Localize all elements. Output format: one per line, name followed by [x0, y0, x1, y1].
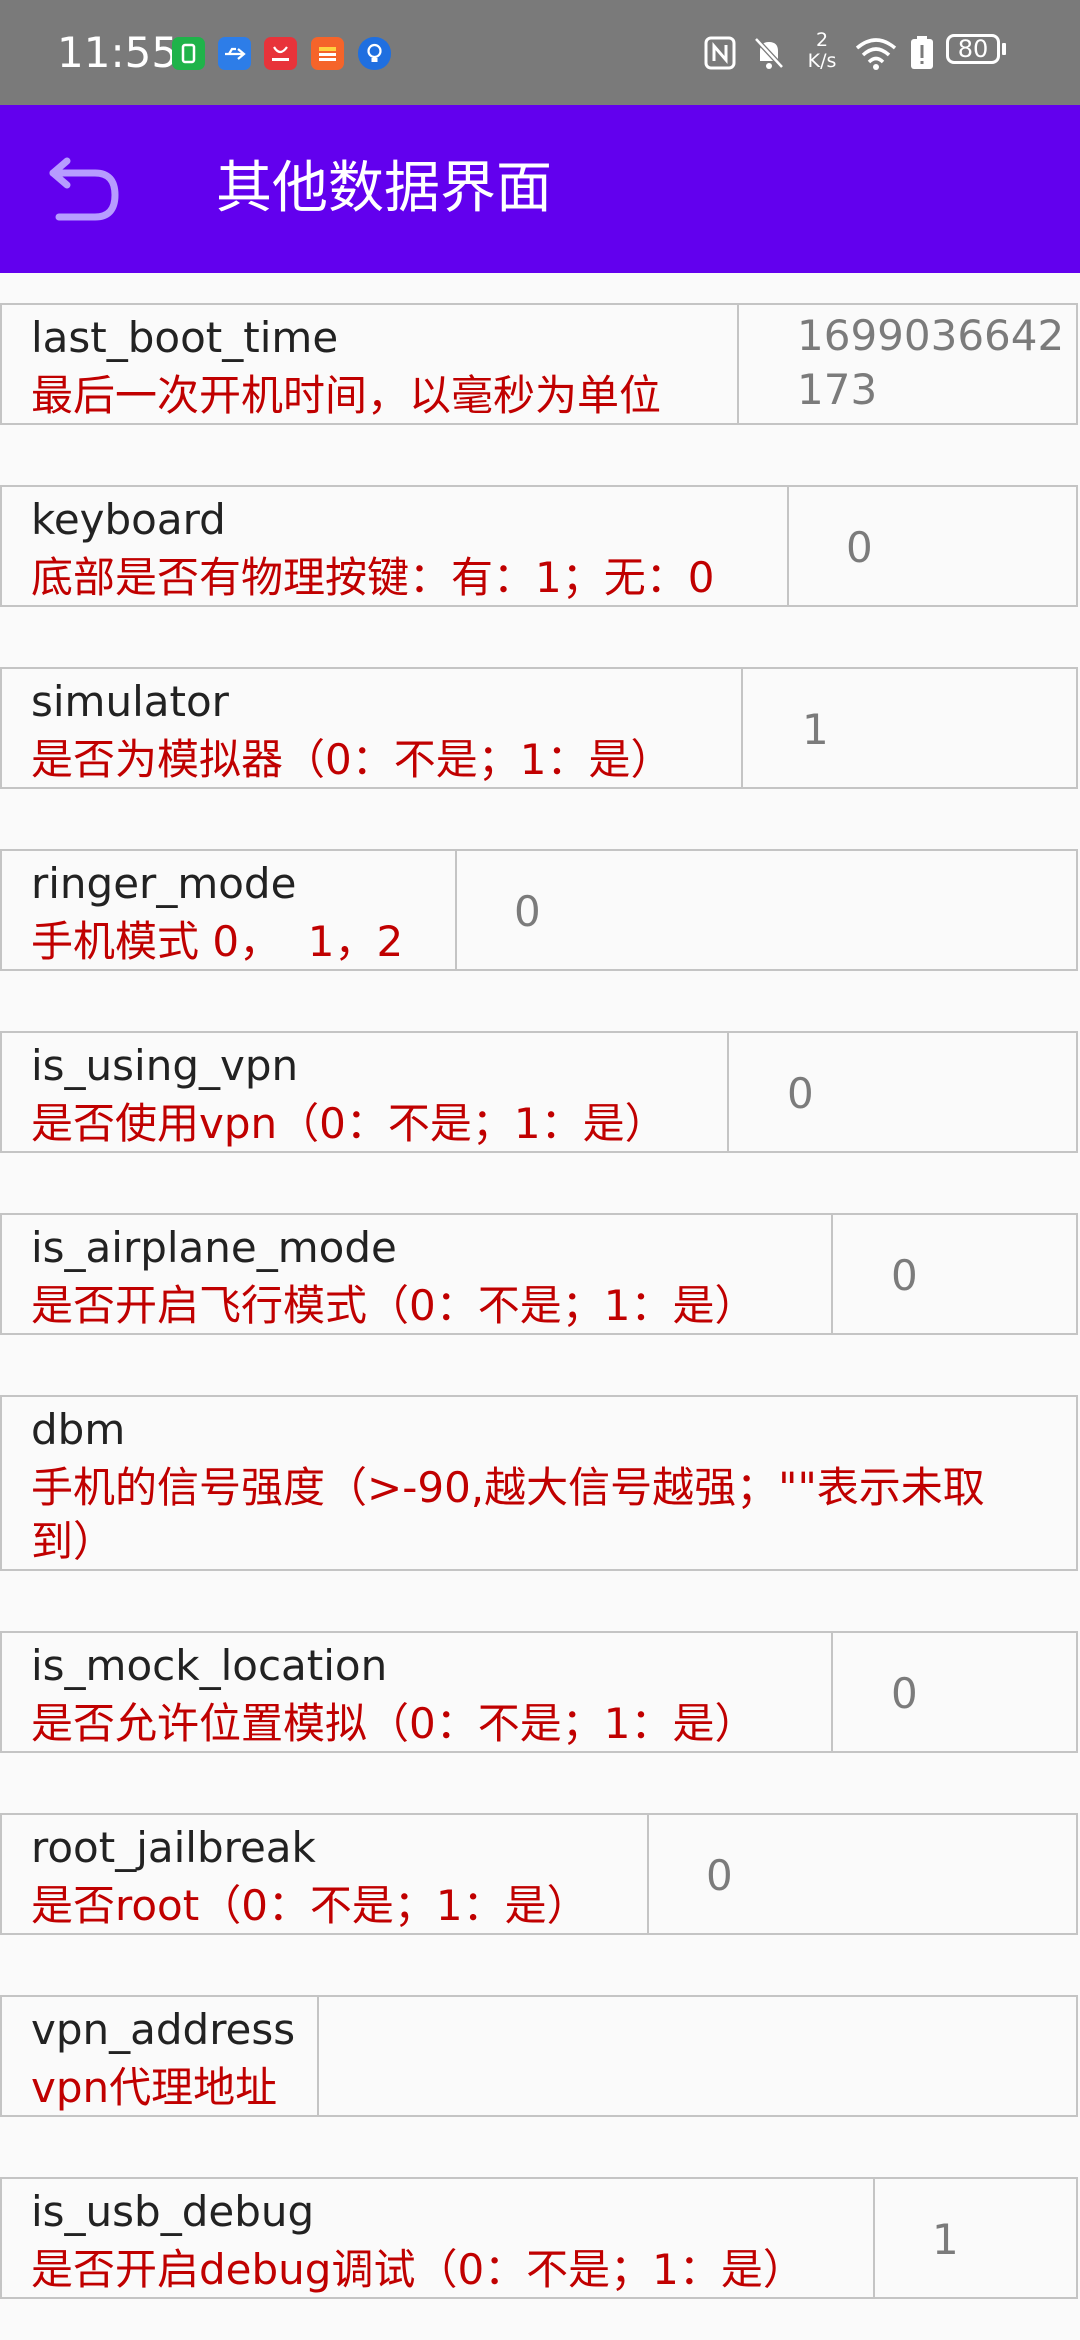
- battery-alert-icon: [911, 36, 933, 69]
- row-description: vpn代理地址: [31, 2063, 278, 2112]
- battery-icon: 80: [946, 34, 1010, 68]
- row-description: 是否开启debug调试（0：不是；1：是）: [31, 2245, 805, 2294]
- row-key: root_jailbreak: [31, 1823, 316, 1872]
- row-description: 是否允许位置模拟（0：不是；1：是）: [31, 1699, 757, 1748]
- row-value: 0: [787, 1069, 814, 1118]
- row-description: 最后一次开机时间，以毫秒为单位: [31, 371, 662, 420]
- row-key: is_mock_location: [31, 1641, 388, 1690]
- app-bar: 其他数据界面: [0, 105, 1080, 273]
- table-row: is_mock_location 是否允许位置模拟（0：不是；1：是） 0: [0, 1631, 1078, 1753]
- table-row: last_boot_time 最后一次开机时间，以毫秒为单位 169903664…: [0, 303, 1078, 425]
- back-icon[interactable]: [45, 155, 121, 225]
- row-value: 1: [802, 705, 829, 754]
- table-row: dbm 手机的信号强度（>-90,越大信号越强；""表示未取到）: [0, 1395, 1078, 1571]
- table-row: is_usb_debug 是否开启debug调试（0：不是；1：是） 1: [0, 2177, 1078, 2299]
- network-speed-icon: 2 K/s: [807, 29, 837, 72]
- row-key: ringer_mode: [31, 859, 297, 908]
- table-row: simulator 是否为模拟器（0：不是；1：是） 1: [0, 667, 1078, 789]
- row-description: 是否开启飞行模式（0：不是；1：是）: [31, 1281, 757, 1330]
- row-description: 底部是否有物理按键：有：1；无：0: [31, 553, 715, 602]
- nfc-icon: [704, 36, 736, 70]
- page-title: 其他数据界面: [216, 156, 552, 221]
- status-time: 11:55: [57, 28, 179, 77]
- sim-icon: [172, 37, 205, 70]
- row-description: 手机模式 0， 1，2: [31, 917, 404, 966]
- row-value: 0: [706, 1851, 733, 1900]
- row-description: 是否使用vpn（0：不是；1：是）: [31, 1099, 667, 1148]
- row-value: 1: [932, 2215, 959, 2264]
- row-value: 1699036642173: [797, 311, 1065, 414]
- wifi-icon: [855, 38, 897, 70]
- row-description: 是否root（0：不是；1：是）: [31, 1881, 589, 1930]
- row-key: is_usb_debug: [31, 2187, 315, 2236]
- huawei-app-icon: [264, 37, 297, 70]
- row-key: keyboard: [31, 495, 226, 544]
- row-key: dbm: [31, 1405, 126, 1454]
- row-key: is_airplane_mode: [31, 1223, 397, 1272]
- row-value: 0: [891, 1251, 918, 1300]
- row-key: simulator: [31, 677, 229, 726]
- table-row: is_using_vpn 是否使用vpn（0：不是；1：是） 0: [0, 1031, 1078, 1153]
- row-description: 是否为模拟器（0：不是；1：是）: [31, 735, 673, 784]
- row-key: vpn_address: [31, 2005, 296, 2054]
- status-bar: 11:55 2 K/s 80: [0, 0, 1080, 105]
- row-value: 0: [846, 523, 873, 572]
- table-row: is_airplane_mode 是否开启飞行模式（0：不是；1：是） 0: [0, 1213, 1078, 1335]
- row-key: is_using_vpn: [31, 1041, 299, 1090]
- table-row: ringer_mode 手机模式 0， 1，2 0: [0, 849, 1078, 971]
- system-icons: 2 K/s 80: [704, 30, 1044, 76]
- row-description: 手机的信号强度（>-90,越大信号越强；""表示未取到）: [31, 1463, 985, 1566]
- table-row: vpn_address vpn代理地址: [0, 1995, 1078, 2117]
- row-value: 0: [891, 1669, 918, 1718]
- mute-icon: [754, 37, 784, 69]
- row-value: 0: [514, 887, 541, 936]
- table-row: root_jailbreak 是否root（0：不是；1：是） 0: [0, 1813, 1078, 1935]
- row-key: last_boot_time: [31, 313, 339, 362]
- lightbulb-icon: [358, 37, 391, 70]
- app-icon: [311, 37, 344, 70]
- usb-icon: [218, 37, 251, 70]
- table-row: keyboard 底部是否有物理按键：有：1；无：0 0: [0, 485, 1078, 607]
